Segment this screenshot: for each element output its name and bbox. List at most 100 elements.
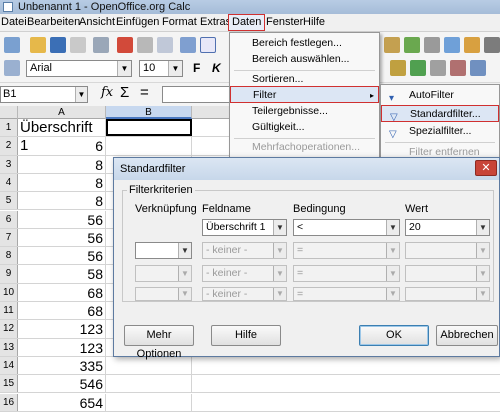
menu-fenster[interactable]: Fenster xyxy=(266,16,303,28)
cell-a[interactable]: Überschrift 1 xyxy=(18,119,106,154)
more-options-button[interactable]: Mehr Optionen xyxy=(124,325,194,360)
menu-daten[interactable]: Daten xyxy=(228,14,266,31)
submenu-item-standardfilter[interactable]: ▽ Standardfilter... xyxy=(381,105,499,123)
menu-ansicht[interactable]: Ansicht xyxy=(79,16,115,28)
row-header[interactable]: 15 xyxy=(0,375,18,393)
condition-select-1[interactable]: < ▼ xyxy=(293,219,400,236)
cell-a[interactable]: 56 xyxy=(18,210,106,228)
row-header[interactable]: 13 xyxy=(0,338,18,356)
number-format-icon[interactable] xyxy=(430,60,446,76)
function-wizard-icon[interactable]: fx xyxy=(101,85,113,100)
font-name-select[interactable]: Arial ▼ xyxy=(26,60,132,77)
spellcheck-icon[interactable] xyxy=(180,37,196,53)
value-select-4[interactable]: ▼ xyxy=(405,287,490,301)
menu-einfuegen[interactable]: Einfügen xyxy=(116,16,159,28)
toolbar-icon-right-2[interactable] xyxy=(404,37,420,53)
toolbar-icon-right-6[interactable] xyxy=(484,37,500,53)
value-select-3[interactable]: ▼ xyxy=(405,265,490,282)
cell-b[interactable] xyxy=(106,137,192,155)
cell-a[interactable]: 56 xyxy=(18,228,106,247)
field-name-select-2[interactable]: - keiner - ▼ xyxy=(202,242,287,259)
cell-a[interactable]: 8 xyxy=(18,155,106,173)
decimal-icon[interactable] xyxy=(450,60,466,76)
styles-icon[interactable] xyxy=(4,60,20,76)
export-pdf-icon[interactable] xyxy=(117,37,133,53)
cell-a[interactable]: 6 xyxy=(18,137,106,155)
italic-button[interactable]: K xyxy=(212,61,221,75)
menu-bearbeiten[interactable]: Bearbeiten xyxy=(27,16,80,28)
link-select-2[interactable]: ▼ xyxy=(135,242,192,259)
cell-a[interactable]: 123 xyxy=(18,320,106,338)
cell-b[interactable] xyxy=(106,393,192,411)
menu-datei[interactable]: Datei xyxy=(1,16,27,28)
cell-a[interactable]: 8 xyxy=(18,173,106,192)
autospellcheck-icon[interactable] xyxy=(200,37,216,53)
field-name-select-4[interactable]: - keiner - ▼ xyxy=(202,287,287,301)
cell-a[interactable]: 546 xyxy=(18,375,106,393)
equals-icon[interactable]: = xyxy=(140,84,149,101)
menu-item-bereich-festlegen[interactable]: Bereich festlegen... xyxy=(230,35,379,52)
value-select-2[interactable]: ▼ xyxy=(405,242,490,259)
menu-item-bereich-auswaehlen[interactable]: Bereich auswählen... xyxy=(230,51,379,68)
menu-item-filter[interactable]: Filter ▸ xyxy=(230,86,379,103)
toolbar-icon-right-4[interactable] xyxy=(444,37,460,53)
cell-a[interactable]: 56 xyxy=(18,247,106,265)
row-header[interactable]: 16 xyxy=(0,393,18,411)
row-header[interactable]: 6 xyxy=(0,210,18,228)
condition-select-3[interactable]: = ▼ xyxy=(293,265,400,282)
row-header[interactable]: 9 xyxy=(0,265,18,283)
currency-icon[interactable] xyxy=(390,60,406,76)
row-header[interactable]: 2 xyxy=(0,137,18,155)
condition-select-4[interactable]: = ▼ xyxy=(293,287,400,301)
cell-a[interactable]: 654 xyxy=(18,393,106,411)
cell-a[interactable]: 68 xyxy=(18,302,106,320)
row-header[interactable]: 8 xyxy=(0,247,18,265)
percent-icon[interactable] xyxy=(410,60,426,76)
email-icon[interactable] xyxy=(70,37,86,53)
help-button[interactable]: Hilfe xyxy=(211,325,281,346)
print-preview-icon[interactable] xyxy=(157,37,173,53)
row-header[interactable]: 10 xyxy=(0,283,18,301)
value-select-1[interactable]: 20 ▼ xyxy=(405,219,490,236)
open-folder-icon[interactable] xyxy=(30,37,46,53)
sum-icon[interactable]: Σ xyxy=(120,84,129,101)
save-icon[interactable] xyxy=(50,37,66,53)
cell-b[interactable] xyxy=(106,375,192,393)
submenu-item-spezialfilter[interactable]: ▽ Spezialfilter... xyxy=(381,123,499,140)
cell-a[interactable]: 335 xyxy=(18,356,106,375)
row-header[interactable]: 14 xyxy=(0,356,18,375)
submenu-item-autofilter[interactable]: ▾ AutoFilter xyxy=(381,87,499,104)
menu-hilfe[interactable]: Hilfe xyxy=(303,16,325,28)
condition-select-2[interactable]: = ▼ xyxy=(293,242,400,259)
row-header[interactable]: 1 xyxy=(0,119,18,137)
row-header[interactable]: 3 xyxy=(0,155,18,173)
new-document-icon[interactable] xyxy=(4,37,20,53)
toolbar-icon-right-5[interactable] xyxy=(464,37,480,53)
ok-button[interactable]: OK xyxy=(359,325,429,346)
column-header-a[interactable]: A xyxy=(18,106,106,119)
link-select-3[interactable]: ▼ xyxy=(135,265,192,282)
active-cell-b1[interactable] xyxy=(106,119,192,137)
edit-file-icon[interactable] xyxy=(93,37,109,53)
row-header[interactable]: 11 xyxy=(0,302,18,320)
close-icon[interactable]: ✕ xyxy=(475,160,497,176)
field-name-select-1[interactable]: Überschrift 1 ▼ xyxy=(202,219,287,236)
font-size-select[interactable]: 10 ▼ xyxy=(139,60,183,77)
corner-select-all[interactable] xyxy=(0,106,18,119)
toolbar-icon-right-3[interactable] xyxy=(424,37,440,53)
row-header[interactable]: 5 xyxy=(0,192,18,210)
name-box[interactable]: B1 ▼ xyxy=(0,86,88,103)
row-header[interactable]: 7 xyxy=(0,228,18,247)
menu-item-teilergebnisse[interactable]: Teilergebnisse... xyxy=(230,103,379,120)
cell-a[interactable]: 58 xyxy=(18,265,106,283)
menu-item-gueltigkeit[interactable]: Gültigkeit... xyxy=(230,119,379,136)
print-icon[interactable] xyxy=(137,37,153,53)
column-header-b[interactable]: B xyxy=(106,106,192,119)
menu-format[interactable]: Format xyxy=(162,16,197,28)
cell-a[interactable]: 8 xyxy=(18,192,106,210)
row-header[interactable]: 4 xyxy=(0,173,18,192)
formula-input[interactable] xyxy=(162,86,232,103)
menu-extras[interactable]: Extras xyxy=(200,16,231,28)
cell-a[interactable]: 68 xyxy=(18,283,106,301)
cell-a[interactable]: 123 xyxy=(18,338,106,356)
